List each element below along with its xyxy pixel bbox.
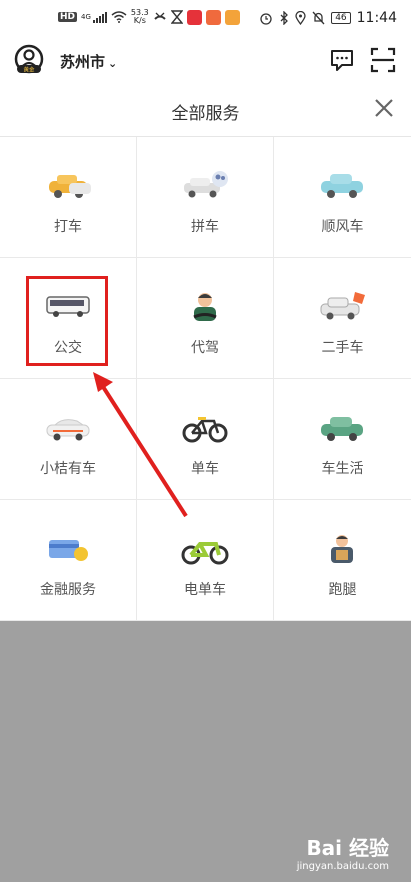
missed-call-icon [154, 12, 166, 20]
service-item[interactable]: 跑腿 [274, 500, 411, 621]
battery-indicator: 46 [331, 12, 351, 24]
app-notification-icon [224, 9, 240, 25]
watermark-brand: Bai 经验 [306, 836, 389, 860]
highlight-box [26, 276, 108, 366]
service-item[interactable]: 打车 [0, 137, 137, 258]
alarm-icon [260, 13, 272, 25]
service-label: 顺风车 [321, 219, 364, 235]
hourglass-icon [170, 10, 183, 24]
xiaoju-car-icon [46, 419, 90, 441]
page-title: 全部服务 [171, 104, 240, 124]
service-label: 单车 [191, 461, 219, 477]
service-item[interactable]: 金融服务 [0, 500, 137, 621]
service-label: 电单车 [184, 582, 226, 598]
service-item[interactable]: 代驾 [137, 258, 274, 379]
service-item[interactable]: 单车 [137, 379, 274, 500]
signal-icon [92, 11, 107, 23]
wifi-icon [111, 11, 127, 23]
service-label: 车生活 [321, 461, 364, 477]
watermark: Bai 经验 jingyan.baidu.com [297, 832, 389, 872]
service-item[interactable]: 拼车 [137, 137, 274, 258]
service-item[interactable]: 顺风车 [274, 137, 411, 258]
hitch-ride-icon [321, 174, 363, 198]
city-selector[interactable]: 苏州市 ⌄ [60, 51, 117, 72]
city-name: 苏州市 [60, 53, 106, 71]
service-item[interactable]: 小桔有车 [0, 379, 137, 500]
service-item[interactable]: 二手车 [274, 258, 411, 379]
service-grid: 打车 拼车 顺风车 公交 代驾 二手车 小桔有车 单车 车生活 金融服务 电单车 跑腿 [0, 136, 411, 623]
scan-icon[interactable] [370, 47, 396, 73]
taxi-icon [49, 175, 91, 198]
net-speed: 53.3 K/s [130, 8, 149, 25]
designated-driver-icon [193, 293, 217, 321]
carpool-icon [184, 171, 228, 198]
chevron-down-icon: ⌄ [108, 57, 118, 70]
service-item[interactable]: 车生活 [274, 379, 411, 500]
close-icon[interactable] [373, 97, 395, 119]
errand-icon [331, 535, 353, 563]
network-type: 4G [81, 13, 91, 21]
service-label: 跑腿 [328, 582, 357, 598]
service-label: 代驾 [191, 340, 219, 356]
watermark-url: jingyan.baidu.com [296, 861, 389, 872]
used-car-icon [320, 292, 365, 320]
bluetooth-icon [280, 11, 289, 25]
clock: 11:44 [356, 10, 397, 26]
service-label: 小桔有车 [40, 461, 96, 477]
member-badge: 黄金 [23, 66, 35, 74]
mute-icon [312, 11, 325, 25]
location-icon [295, 11, 306, 25]
service-label: 金融服务 [40, 582, 96, 598]
car-life-icon [321, 417, 363, 441]
service-item[interactable]: 电单车 [137, 500, 274, 621]
hd-indicator: HD [58, 12, 78, 22]
finance-icon [49, 540, 88, 561]
bicycle-icon [182, 417, 228, 443]
app-notification-icon [205, 9, 221, 25]
app-notification-icon [186, 9, 202, 25]
service-label: 二手车 [321, 340, 364, 356]
status-bar: HD 4G 53.3 K/s 46 11:44 [0, 0, 411, 36]
ebike-icon [181, 542, 229, 565]
avatar-icon[interactable]: 黄金 [14, 44, 44, 74]
service-label: 拼车 [191, 219, 219, 235]
message-icon[interactable] [329, 47, 355, 73]
service-label: 打车 [54, 219, 82, 235]
